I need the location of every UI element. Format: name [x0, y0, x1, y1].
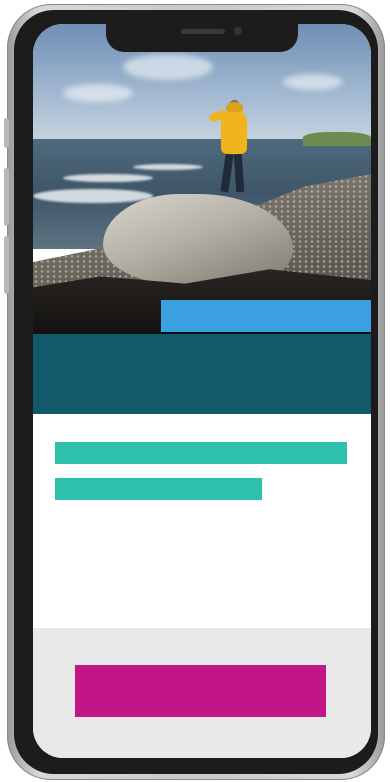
person-jacket — [221, 112, 247, 154]
hero-grass — [303, 132, 371, 146]
cta-button[interactable] — [75, 665, 326, 717]
front-camera-icon — [234, 27, 242, 35]
text-placeholder-line — [55, 478, 262, 500]
speaker-grille — [181, 29, 225, 34]
hero-image — [33, 24, 371, 334]
volume-down-button — [4, 236, 9, 294]
wave-foam — [63, 174, 153, 182]
phone-screen — [33, 24, 371, 758]
person-leg — [233, 153, 245, 193]
phone-notch — [106, 20, 298, 52]
hero-person — [208, 100, 249, 196]
cloud — [63, 84, 133, 102]
accent-bar — [161, 300, 371, 332]
banner-block — [33, 334, 371, 414]
cloud — [123, 54, 213, 80]
cloud — [283, 74, 343, 90]
wave-foam — [133, 164, 203, 170]
person-hood — [226, 102, 243, 112]
mute-switch — [4, 118, 9, 148]
footer-area — [33, 628, 371, 758]
wave-foam — [33, 189, 153, 203]
content-area — [33, 414, 371, 628]
person-leg — [220, 153, 234, 193]
text-placeholder-line — [55, 442, 347, 464]
volume-up-button — [4, 168, 9, 226]
